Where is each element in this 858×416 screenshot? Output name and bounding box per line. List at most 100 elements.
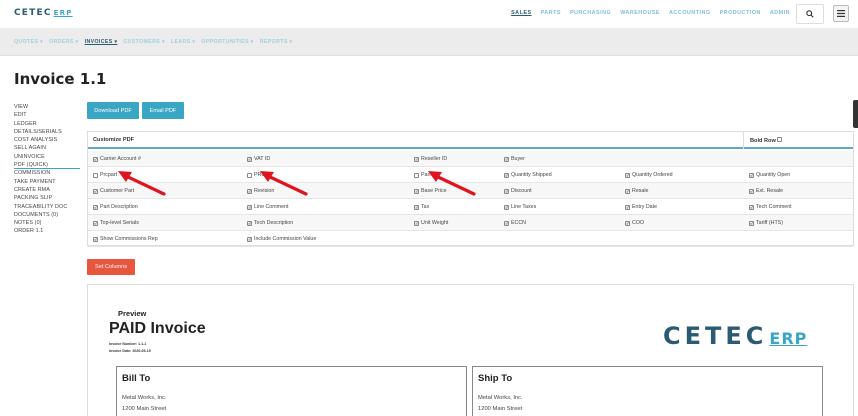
- column-option-label: Part Description: [100, 204, 138, 210]
- checked-checkbox[interactable]: ✓: [749, 204, 754, 210]
- column-option[interactable]: ✓ Part Description: [93, 204, 138, 210]
- topnav-purchasing[interactable]: PURCHASING: [570, 10, 611, 16]
- checked-checkbox[interactable]: ✓: [504, 156, 509, 162]
- sidenav-take-payment[interactable]: TAKE PAYMENT: [14, 178, 80, 186]
- checked-checkbox[interactable]: ✓: [247, 156, 252, 162]
- column-option[interactable]: ✓ Line Taxes: [504, 204, 536, 210]
- brand-logo[interactable]: CETEC ERP: [14, 8, 73, 18]
- sidenav-ledger[interactable]: LEDGER: [14, 120, 80, 128]
- column-option[interactable]: ✓ Show Commissions Rep: [93, 236, 158, 242]
- checked-checkbox[interactable]: ✓: [504, 172, 509, 178]
- column-option[interactable]: ✓ Top-level Serials: [93, 220, 139, 226]
- topnav-production[interactable]: PRODUCTION: [720, 10, 761, 16]
- download-pdf-button[interactable]: Download PDF: [87, 102, 139, 119]
- unchecked-checkbox[interactable]: [247, 172, 252, 178]
- search-button[interactable]: [796, 4, 824, 24]
- column-option-label: VAT ID: [254, 156, 271, 162]
- header-divider: [743, 132, 744, 149]
- set-columns-button[interactable]: Set Columns: [87, 259, 135, 275]
- topnav-accounting[interactable]: ACCOUNTING: [669, 10, 711, 16]
- checked-checkbox[interactable]: ✓: [93, 156, 98, 162]
- column-option[interactable]: ✓ Discount: [504, 188, 532, 194]
- unchecked-checkbox[interactable]: [93, 172, 98, 178]
- checked-checkbox[interactable]: ✓: [247, 204, 252, 210]
- checked-checkbox[interactable]: ✓: [93, 236, 98, 242]
- checked-checkbox[interactable]: ✓: [414, 204, 419, 210]
- checked-checkbox[interactable]: ✓: [749, 220, 754, 226]
- column-option[interactable]: ✓ Buyer: [504, 156, 525, 162]
- column-option[interactable]: ✓ Quantity Ordered: [625, 172, 673, 178]
- checked-checkbox[interactable]: ✓: [625, 188, 630, 194]
- column-option[interactable]: ✓ Tariff (HTS): [749, 220, 783, 226]
- column-option[interactable]: ✓ Ext. Resale: [749, 188, 783, 194]
- checked-checkbox[interactable]: ✓: [414, 188, 419, 194]
- preview-label: Preview: [118, 309, 147, 318]
- bold-row-checkbox[interactable]: [777, 137, 783, 142]
- column-option[interactable]: ✓ Quantity Open: [749, 172, 790, 178]
- checked-checkbox[interactable]: ✓: [749, 188, 754, 194]
- sidenav-view[interactable]: VIEW: [14, 103, 80, 111]
- topnav-admin[interactable]: ADMIN: [770, 10, 790, 16]
- column-option[interactable]: Prcpart: [93, 172, 117, 178]
- column-option[interactable]: ✓ Tech Comment: [749, 204, 792, 210]
- column-option[interactable]: ✓ COO: [625, 220, 644, 226]
- topnav-parts[interactable]: PARTS: [541, 10, 561, 16]
- column-option[interactable]: ✓ ECCN: [504, 220, 526, 226]
- checked-checkbox[interactable]: ✓: [247, 236, 252, 242]
- sidenav-documents[interactable]: DOCUMENTS (0): [14, 211, 80, 219]
- checked-checkbox[interactable]: ✓: [625, 172, 630, 178]
- column-option[interactable]: ✓ Line Comment: [247, 204, 288, 210]
- sidenav-packing-slip[interactable]: PACKING SLIP: [14, 194, 80, 202]
- column-option[interactable]: ✓ Unit Weight: [414, 220, 448, 226]
- side-edge-tab[interactable]: [853, 100, 858, 128]
- subnav-invoices[interactable]: INVOICES ▾: [85, 39, 118, 45]
- topnav-warehouse[interactable]: WAREHOUSE: [620, 10, 660, 16]
- column-option[interactable]: ✓ Entry Date: [625, 204, 657, 210]
- sidenav-details-serials[interactable]: DETAILS/SERIALS: [14, 128, 80, 136]
- sidenav-cost-analysis[interactable]: COST ANALYSIS: [14, 136, 80, 144]
- checked-checkbox[interactable]: ✓: [749, 172, 754, 178]
- column-option[interactable]: ✓ Tech Description: [247, 220, 293, 226]
- sidenav-traceability-doc[interactable]: TRACEABILITY DOC: [14, 203, 80, 211]
- subnav-reports[interactable]: REPORTS ▾: [260, 39, 293, 45]
- column-option[interactable]: ✓ Resale: [625, 188, 649, 194]
- column-option-label: Ext. Resale: [756, 188, 784, 194]
- sidenav-notes[interactable]: NOTES (0): [14, 219, 80, 227]
- unchecked-checkbox[interactable]: [414, 172, 419, 178]
- checked-checkbox[interactable]: ✓: [625, 204, 630, 210]
- checked-checkbox[interactable]: ✓: [414, 156, 419, 162]
- menu-button[interactable]: [833, 5, 849, 22]
- checked-checkbox[interactable]: ✓: [247, 220, 252, 226]
- subnav-customers[interactable]: CUSTOMERS ▾: [123, 39, 165, 45]
- email-pdf-button[interactable]: Email PDF: [142, 102, 184, 119]
- subnav-quotes[interactable]: QUOTES ▾: [14, 39, 43, 45]
- checked-checkbox[interactable]: ✓: [504, 220, 509, 226]
- column-option[interactable]: ✓ Tax: [414, 204, 429, 210]
- column-option[interactable]: ✓ VAT ID: [247, 156, 270, 162]
- checked-checkbox[interactable]: ✓: [504, 204, 509, 210]
- sidenav-pdf-quick[interactable]: PDF (QUICK): [14, 161, 80, 170]
- checked-checkbox[interactable]: ✓: [93, 204, 98, 210]
- subnav-leads[interactable]: LEADS ▾: [171, 39, 195, 45]
- sidenav-order[interactable]: ORDER 1.1: [14, 227, 80, 235]
- sidenav-create-rma[interactable]: CREATE RMA: [14, 186, 80, 194]
- sidenav-commission[interactable]: COMMISSION: [14, 169, 80, 177]
- column-option[interactable]: ✓ Quantity Shipped: [504, 172, 552, 178]
- subnav-opportunities[interactable]: OPPORTUNITIES ▾: [201, 39, 253, 45]
- sidenav-edit[interactable]: EDIT: [14, 111, 80, 119]
- checked-checkbox[interactable]: ✓: [247, 188, 252, 194]
- column-option[interactable]: ✓ Reseller ID: [414, 156, 447, 162]
- checked-checkbox[interactable]: ✓: [414, 220, 419, 226]
- sidenav-sell-again[interactable]: SELL AGAIN: [14, 144, 80, 152]
- topnav-sales[interactable]: SALES: [511, 10, 531, 16]
- checked-checkbox[interactable]: ✓: [93, 220, 98, 226]
- checked-checkbox[interactable]: ✓: [504, 188, 509, 194]
- checked-checkbox[interactable]: ✓: [625, 220, 630, 226]
- column-option[interactable]: ✓ Include Commission Value: [247, 236, 316, 242]
- subnav-orders[interactable]: ORDERS ▾: [49, 39, 78, 45]
- top-nav: SALES PARTS PURCHASING WAREHOUSE ACCOUNT…: [511, 10, 790, 16]
- sidenav-uninvoice[interactable]: UNINVOICE: [14, 153, 80, 161]
- checked-checkbox[interactable]: ✓: [93, 188, 98, 194]
- column-option[interactable]: ✓ Carrier Account #: [93, 156, 141, 162]
- customize-row: ✓ Show Commissions Rep ✓ Include Commission…: [88, 231, 853, 247]
